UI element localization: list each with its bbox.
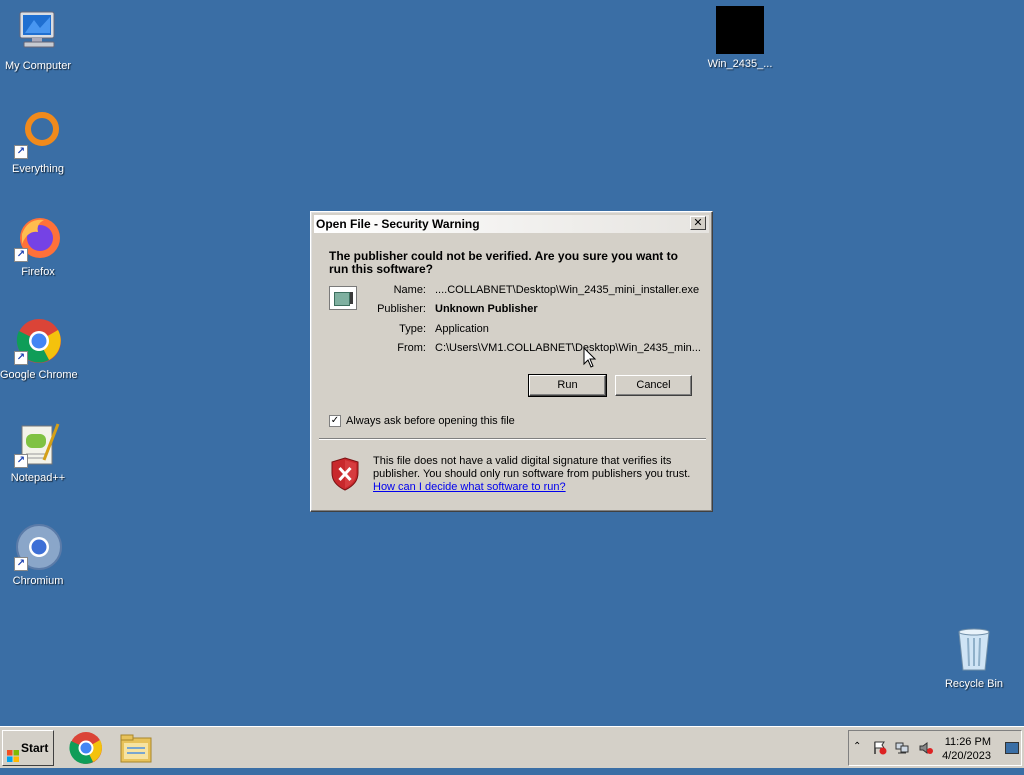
field-label: Publisher:	[377, 303, 426, 315]
taskbar-explorer-button[interactable]	[118, 730, 154, 766]
shortcut-arrow-icon: ↗	[14, 248, 28, 262]
divider	[319, 438, 706, 440]
dialog-title-bar[interactable]: Open File - Security Warning ✕	[314, 215, 709, 233]
desktop-icon-notepad-plus-plus[interactable]: ↗ Notepad++	[0, 420, 76, 484]
installer-file-icon	[716, 6, 764, 54]
security-warning-dialog: Open File - Security Warning ✕ The publi…	[310, 211, 713, 512]
field-value-from: C:\Users\VM1.COLLABNET\Desktop\Win_2435_…	[435, 342, 701, 354]
dialog-question: The publisher could not be verified. Are…	[329, 249, 678, 276]
shortcut-arrow-icon: ↗	[14, 557, 28, 571]
shortcut-arrow-icon: ↗	[14, 351, 28, 365]
shield-warning-icon	[331, 457, 359, 491]
action-center-flag-icon[interactable]	[873, 741, 887, 755]
field-label: Type:	[399, 323, 426, 335]
desktop-icon-label: Google Chrome	[0, 369, 78, 381]
chromium-icon: ↗	[14, 523, 62, 571]
always-ask-label[interactable]: Always ask before opening this file	[346, 415, 515, 428]
desktop-icon-win-installer[interactable]: Win_2435_...	[702, 6, 778, 70]
desktop-icon-chromium[interactable]: ↗ Chromium	[0, 523, 76, 587]
chrome-icon: ↗	[14, 317, 62, 365]
volume-muted-icon[interactable]	[919, 741, 933, 755]
everything-icon: ↗	[14, 111, 62, 159]
dialog-title: Open File - Security Warning	[316, 217, 480, 231]
field-label: From:	[397, 342, 426, 354]
desktop-icon-my-computer[interactable]: My Computer	[0, 8, 76, 72]
field-value-name: ....COLLABNET\Desktop\Win_2435_mini_inst…	[435, 284, 700, 296]
recycle-bin-icon	[950, 626, 998, 674]
field-row-name: Name: ....COLLABNET\Desktop\Win_2435_min…	[351, 283, 701, 297]
desktop-icon-label: Recycle Bin	[944, 678, 1004, 690]
shortcut-arrow-icon: ↗	[14, 454, 28, 468]
field-row-type: Type: Application	[351, 322, 701, 336]
desktop-icon-label: Notepad++	[10, 472, 66, 484]
notepad-plus-plus-icon: ↗	[14, 420, 62, 468]
field-label: Name:	[393, 284, 426, 296]
network-icon[interactable]	[895, 741, 909, 755]
desktop-icon-label: My Computer	[4, 60, 72, 72]
desktop-icon-firefox[interactable]: ↗ Firefox	[0, 214, 76, 278]
taskbar: Start ⌃ 11:26 PM 4/20/2023	[0, 726, 1024, 768]
field-row-from: From: C:\Users\VM1.COLLABNET\Desktop\Win…	[351, 341, 701, 355]
desktop-icon-google-chrome[interactable]: ↗ Google Chrome	[0, 317, 78, 381]
close-button[interactable]: ✕	[690, 216, 706, 230]
cancel-button[interactable]: Cancel	[615, 375, 692, 396]
desktop-icon-everything[interactable]: ↗ Everything	[0, 111, 76, 175]
clock-time: 11:26 PM	[944, 736, 991, 748]
show-desktop-icon[interactable]	[1005, 742, 1019, 754]
warning-message: This file does not have a valid digital …	[373, 455, 703, 494]
windows-logo-icon	[7, 741, 19, 762]
shortcut-arrow-icon: ↗	[14, 145, 28, 159]
field-value-type: Application	[435, 323, 489, 335]
system-tray: ⌃ 11:26 PM 4/20/2023	[848, 730, 1022, 766]
desktop-icon-label: Firefox	[21, 266, 55, 278]
clock-date: 4/20/2023	[942, 750, 991, 762]
desktop-icon-label: Everything	[12, 163, 64, 175]
firefox-icon: ↗	[14, 214, 62, 262]
warning-text: This file does not have a valid digital …	[373, 455, 691, 480]
desktop-icon-recycle-bin[interactable]: Recycle Bin	[936, 626, 1012, 690]
chrome-icon	[69, 732, 102, 764]
run-button[interactable]: Run	[528, 374, 607, 397]
desktop-icon-label: Chromium	[12, 575, 64, 587]
field-row-publisher: Publisher: Unknown Publisher	[351, 302, 701, 316]
tray-expand-icon[interactable]: ⌃	[853, 741, 861, 752]
close-icon: ✕	[693, 217, 703, 229]
start-label: Start	[21, 741, 49, 755]
start-button[interactable]: Start	[2, 730, 54, 766]
folder-icon	[120, 734, 152, 763]
my-computer-icon	[14, 8, 62, 56]
taskbar-chrome-button[interactable]	[68, 730, 104, 766]
desktop-icon-label: Win_2435_...	[707, 58, 773, 70]
field-value-publisher: Unknown Publisher	[435, 303, 538, 315]
clock[interactable]: 11:26 PM 4/20/2023	[942, 735, 991, 763]
help-link[interactable]: How can I decide what software to run?	[373, 481, 566, 493]
mouse-cursor-icon	[583, 346, 597, 369]
always-ask-checkbox[interactable]: ✓	[329, 415, 341, 427]
